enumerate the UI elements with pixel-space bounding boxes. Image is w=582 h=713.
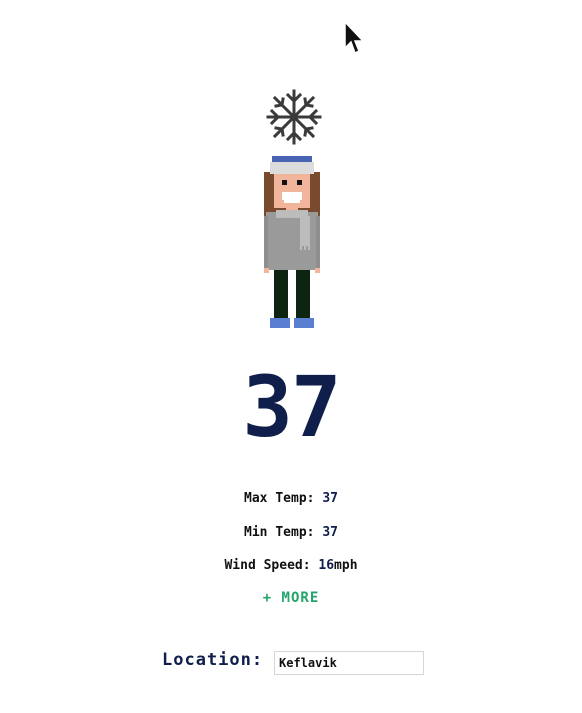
weather-app: 37 Max Temp: 37 Min Temp: 37 Wind Speed:… <box>0 0 582 713</box>
min-temp-row: Min Temp: 37 <box>0 525 582 540</box>
avatar-character <box>264 156 320 328</box>
min-temp-value: 37 <box>322 525 338 540</box>
max-temp-row: Max Temp: 37 <box>0 491 582 506</box>
max-temp-label: Max Temp: <box>244 491 315 506</box>
max-temp-value: 37 <box>322 491 338 506</box>
location-input[interactable] <box>274 651 424 675</box>
mouse-cursor-icon <box>344 20 365 55</box>
location-label: Location: <box>162 650 264 670</box>
snowflake-icon <box>266 89 322 145</box>
current-temperature: 37 <box>242 358 341 456</box>
more-link[interactable]: + MORE <box>0 590 582 606</box>
wind-speed-label: Wind Speed: <box>224 558 311 573</box>
wind-speed-value: 16 <box>318 558 335 573</box>
wind-speed-row: Wind Speed: 16mph <box>0 558 582 573</box>
min-temp-label: Min Temp: <box>244 525 315 540</box>
wind-speed-unit: mph <box>334 558 358 573</box>
